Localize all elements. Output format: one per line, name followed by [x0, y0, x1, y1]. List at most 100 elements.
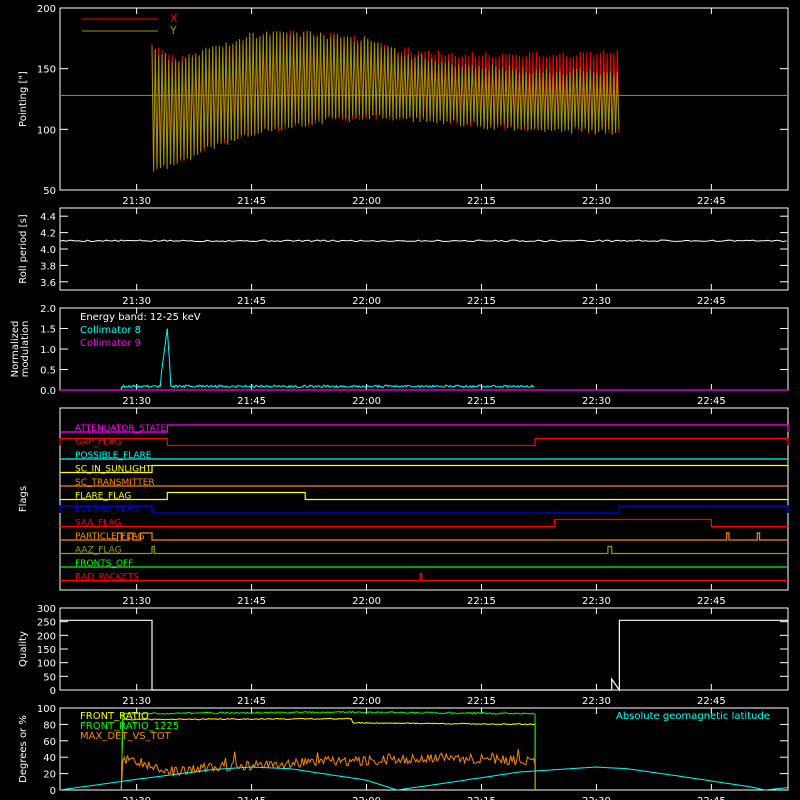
- flag-label: BAD_PACKETS: [75, 573, 139, 583]
- y-tick-label: 50: [43, 186, 56, 197]
- x-tick-label: 21:45: [237, 196, 266, 207]
- flag-label: FRONTS_OFF: [75, 559, 133, 569]
- series-line-absolute-geomagnetic-latitude: [59, 766, 789, 791]
- flag-label: AAZ_FLAG: [75, 546, 122, 556]
- y-tick-label: 100: [37, 125, 56, 136]
- x-tick-label: 22:30: [582, 696, 611, 707]
- x-tick-label: 21:45: [237, 596, 266, 607]
- flag-line: [60, 464, 789, 474]
- y-tick-label: 150: [37, 65, 56, 76]
- flag-label: SC_TRANSMITTER: [75, 478, 155, 488]
- panel-4: 21:30 21:45 22:00 22:15 22:30 22:45 Flags ATTEN…: [18, 407, 789, 607]
- x-tick-label: 22:00: [352, 696, 381, 707]
- y-tick-label: 0: [50, 786, 56, 797]
- x-tick-label: 22:30: [582, 196, 611, 207]
- figure: 21:30 21:45 22:00 22:15 22:30 22:45 50 100 150 20…: [10, 4, 789, 800]
- x-tick-label: 22:00: [352, 196, 381, 207]
- x-tick-label: 22:00: [352, 596, 381, 607]
- y-axis-label: Flags: [18, 486, 29, 512]
- series-line-max-det-vs-tot: [120, 749, 536, 791]
- y-tick-label: 3.8: [40, 261, 56, 272]
- y-tick-label: 200: [37, 631, 56, 642]
- x-tick-label: 22:30: [582, 296, 611, 307]
- x-tick-label: 22:15: [467, 296, 496, 307]
- x-tick-label: 22:00: [352, 796, 381, 800]
- x-tick-label: 22:15: [467, 796, 496, 800]
- y-tick-label: 50: [43, 672, 56, 683]
- y-tick-label: 4.4: [40, 212, 56, 223]
- panel-6: 21:30 21:45 22:00 22:15 22:30 22:45 0 20 40 60 80 1…: [18, 704, 789, 800]
- y-tick-label: 40: [43, 753, 56, 764]
- flag-line: [60, 572, 788, 582]
- x-tick-label: 22:45: [697, 596, 726, 607]
- series-line-front-ratio-1225: [120, 710, 536, 791]
- x-tick-label: 21:30: [122, 696, 151, 707]
- series-line-collimator-8: [121, 328, 535, 389]
- flag-line: [59, 505, 789, 514]
- panel-5: 21:30 21:45 22:00 22:15 22:30 22:45 0 50 100 150 2…: [18, 604, 789, 707]
- flag-line: [60, 491, 788, 501]
- flag-line: [60, 532, 788, 541]
- plot-frame: [59, 207, 789, 291]
- quality-line: [60, 619, 788, 692]
- y-tick-label: 300: [37, 604, 56, 615]
- flag-line: [60, 545, 788, 555]
- flag-line: [60, 424, 789, 433]
- flag-label: ATTENUATOR_STATE: [75, 424, 167, 434]
- x-tick-label: 22:15: [467, 396, 496, 407]
- y-tick-label: 100: [37, 704, 56, 715]
- y-tick-label: 4.2: [40, 229, 56, 240]
- legend-label: Y: [169, 24, 177, 37]
- y-axis-label: Roll period [s]: [18, 214, 29, 283]
- x-tick-label: 21:30: [122, 296, 151, 307]
- energy-band-label: Energy band: 12-25 keV: [80, 312, 201, 323]
- y-tick-label: 3.6: [40, 278, 56, 289]
- panel-3: 21:30 21:45 22:00 22:15 22:30 22:45 0.0 0.5 1.0 1…: [10, 304, 789, 407]
- y-tick-label: 20: [43, 770, 56, 781]
- flag-line: [59, 437, 789, 447]
- y-tick-label: 80: [43, 720, 56, 731]
- panel-2: 21:30 21:45 22:00 22:15 22:30 22:45 3.6 3.8 4.0 4…: [18, 207, 789, 307]
- x-tick-label: 22:45: [697, 396, 726, 407]
- legend-label: Collimator 8: [80, 325, 141, 336]
- y-tick-label: 60: [43, 737, 56, 748]
- flag-label: PARTICLE_FLAG: [75, 532, 145, 542]
- x-tick-label: 22:30: [582, 396, 611, 407]
- x-tick-label: 21:45: [237, 796, 266, 800]
- y-axis-label: Pointing ["]: [18, 71, 29, 127]
- flag-label: POSSIBLE_FLARE: [75, 451, 152, 461]
- y-tick-label: 200: [37, 4, 56, 15]
- y-axis-label: modulation: [20, 321, 31, 378]
- x-tick-label: 22:15: [467, 196, 496, 207]
- y-tick-label: 0.0: [40, 386, 56, 397]
- y-tick-label: 0.5: [40, 366, 56, 377]
- latitude-label: Absolute geomagnetic latitude: [616, 711, 770, 722]
- flag-label: SC_IN_SUNLIGHT: [75, 465, 152, 475]
- y-axis-label: Quality: [18, 631, 29, 667]
- x-tick-label: 22:45: [697, 796, 726, 800]
- y-tick-label: 0: [50, 686, 56, 697]
- x-tick-label: 21:30: [122, 196, 151, 207]
- x-tick-label: 22:00: [352, 396, 381, 407]
- x-tick-label: 22:45: [697, 196, 726, 207]
- x-tick-label: 22:45: [697, 296, 726, 307]
- flag-label: SAA_FLAG: [75, 519, 121, 529]
- x-tick-label: 22:15: [467, 696, 496, 707]
- x-tick-label: 22:15: [467, 596, 496, 607]
- y-tick-label: 1.0: [40, 345, 56, 356]
- series-line-y: [151, 30, 620, 172]
- y-tick-label: 100: [37, 659, 56, 670]
- y-axis-label: Degrees or %: [18, 715, 29, 783]
- y-tick-label: 2.0: [40, 304, 56, 315]
- x-tick-label: 22:45: [697, 696, 726, 707]
- flag-label: GAP_FLAG: [75, 438, 121, 448]
- x-tick-label: 21:45: [237, 296, 266, 307]
- legend-label: Collimator 9: [80, 338, 141, 349]
- flag-label: ECLIPSE_FLAG: [75, 505, 139, 515]
- y-tick-label: 4.0: [40, 245, 56, 256]
- x-tick-label: 21:30: [122, 596, 151, 607]
- x-tick-label: 22:30: [582, 596, 611, 607]
- legend-label: MAX_DET_VS_TOT: [80, 731, 172, 742]
- panel-1: 21:30 21:45 22:00 22:15 22:30 22:45 50 100 150 20…: [18, 4, 789, 207]
- y-tick-label: 150: [37, 645, 56, 656]
